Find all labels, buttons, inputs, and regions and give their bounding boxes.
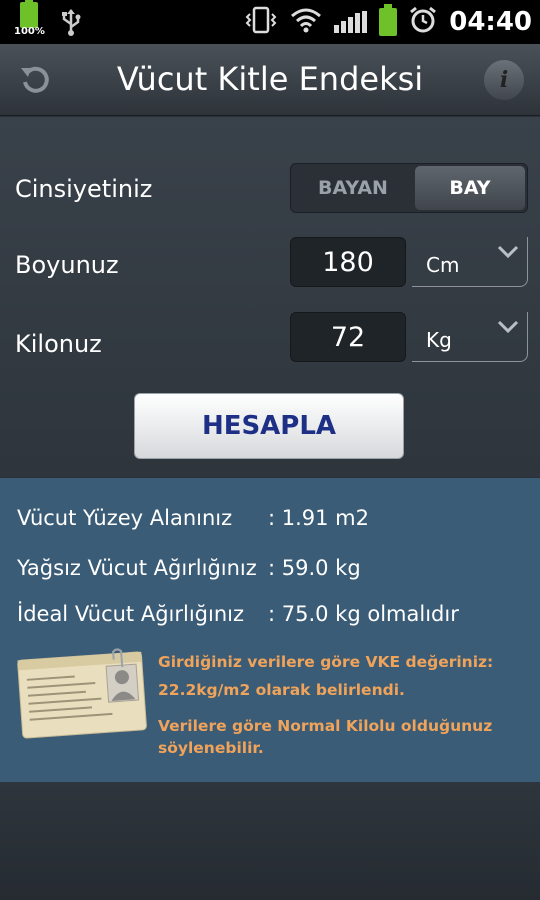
result-label: İdeal Vücut Ağırlığınız: [17, 602, 245, 626]
weight-unit-select[interactable]: Kg: [412, 312, 528, 362]
gender-label: Cinsiyetiniz: [15, 175, 153, 203]
result-value: : 75.0 kg olmalıdır: [268, 602, 459, 626]
clock-time: 04:40: [449, 7, 532, 37]
alarm-icon: [409, 6, 437, 38]
calculate-button[interactable]: HESAPLA: [134, 393, 404, 459]
result-value: : 1.91 m2: [268, 506, 370, 530]
status-bar: 100% 04:40: [0, 0, 540, 44]
height-unit-value: Cm: [426, 253, 460, 277]
weight-label: Kilonuz: [15, 330, 102, 358]
result-value: : 59.0 kg: [268, 556, 361, 580]
battery-full-icon: [379, 4, 398, 36]
vibrate-icon: [244, 6, 278, 38]
weight-unit-value: Kg: [426, 328, 452, 352]
info-icon[interactable]: i: [484, 60, 524, 100]
title-bar: Vücut Kitle Endeksi i: [0, 44, 540, 116]
signal-icon: [334, 11, 368, 33]
results-panel: Vücut Yüzey Alanınız : 1.91 m2 Yağsız Vü…: [0, 478, 540, 782]
gender-option-bayan[interactable]: BAYAN: [293, 166, 413, 210]
input-form: Cinsiyetiniz BAYAN BAY Boyunuz 180 Cm Ki…: [0, 117, 540, 477]
usb-icon: [60, 0, 82, 44]
page-title: Vücut Kitle Endeksi: [116, 60, 424, 98]
battery-icon: 100%: [14, 0, 45, 44]
status-message-line-1: Verilere göre Normal Kilolu olduğunuz: [158, 717, 493, 735]
id-card-icon: [17, 648, 147, 739]
height-unit-select[interactable]: Cm: [412, 237, 528, 287]
vke-message-line-2: 22.2kg/m2 olarak belirlendi.: [158, 681, 405, 699]
battery-percent: 100%: [14, 26, 45, 37]
bottom-area: [0, 782, 540, 900]
chevron-down-icon: [497, 245, 519, 259]
result-label: Vücut Yüzey Alanınız: [17, 506, 233, 530]
weight-input[interactable]: 72: [290, 312, 406, 362]
chevron-down-icon: [497, 320, 519, 334]
vke-message-line-1: Girdiğiniz verilere göre VKE değeriniz:: [158, 653, 494, 671]
height-label: Boyunuz: [15, 251, 119, 279]
height-input[interactable]: 180: [290, 237, 406, 287]
result-label: Yağsız Vücut Ağırlığınız: [17, 556, 257, 580]
wifi-icon: [290, 7, 322, 37]
gender-toggle[interactable]: BAYAN BAY: [290, 163, 528, 213]
status-message-line-2: söylenebilir.: [158, 739, 264, 757]
gender-option-bay[interactable]: BAY: [415, 166, 525, 210]
